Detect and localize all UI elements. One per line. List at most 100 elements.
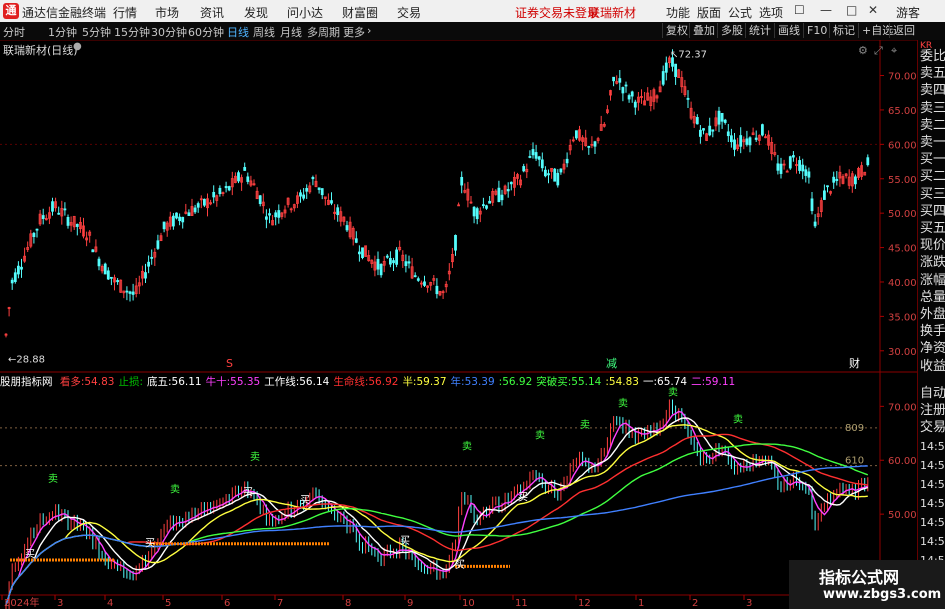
candle-body: [246, 176, 250, 182]
menu-quotes[interactable]: 行情: [113, 4, 137, 21]
side-item[interactable]: 净资: [920, 340, 945, 357]
menu-discover[interactable]: 发现: [244, 4, 268, 21]
period-weekly[interactable]: 周线: [253, 24, 275, 40]
side-item[interactable]: 涨幅: [920, 272, 945, 289]
candle-body: [699, 129, 702, 137]
candle-body: [243, 167, 247, 171]
side-item[interactable]: 买四: [920, 203, 945, 220]
chevron-right-icon[interactable]: ›: [367, 24, 371, 37]
candle-body: [556, 172, 560, 186]
overlay-button[interactable]: 叠加: [689, 23, 718, 38]
minimize-icon[interactable]: —: [820, 3, 832, 17]
period-60min[interactable]: 60分钟: [188, 24, 224, 40]
side-item[interactable]: 总量: [920, 289, 945, 306]
menu-market[interactable]: 市场: [155, 4, 179, 21]
period-1min[interactable]: 1分钟: [48, 24, 77, 40]
candle-body: [299, 192, 302, 197]
candle-body: [128, 291, 132, 294]
indicator-value: 一:65.74: [642, 376, 688, 388]
candle-body: [621, 87, 625, 94]
side-item[interactable]: 交易: [920, 419, 945, 436]
expand-icon[interactable]: ⤢: [874, 44, 883, 58]
settings-circle-icon[interactable]: ●: [73, 41, 82, 52]
settings-icon[interactable]: ⚙: [858, 44, 868, 57]
candle-body: [866, 157, 870, 166]
candle-body: [181, 216, 185, 223]
side-item[interactable]: 卖二: [920, 117, 945, 134]
draw-button[interactable]: 画线: [774, 23, 803, 38]
menu-news[interactable]: 资讯: [200, 4, 224, 21]
menu-ask[interactable]: 问小达: [287, 4, 323, 21]
stats-button[interactable]: 统计: [745, 23, 774, 38]
multi-stock-button[interactable]: 多股: [717, 23, 746, 38]
period-multi[interactable]: 多周期: [307, 24, 340, 40]
candle-body: [345, 225, 349, 231]
close-icon[interactable]: ✕: [868, 3, 878, 17]
maximize-icon[interactable]: □: [846, 3, 857, 17]
candle-body: [832, 176, 836, 183]
kline-chart[interactable]: 70.00 65.00 60.00 55.00 50.00 45.00 40.00 35.00…: [0, 40, 917, 609]
side-item[interactable]: 自动: [920, 385, 945, 402]
pin-icon[interactable]: ⌖: [891, 44, 897, 58]
candle-body: [475, 208, 479, 220]
menu-layout[interactable]: 版面: [697, 4, 721, 21]
indicator-value: 年:53.39: [450, 376, 495, 388]
buy-label: 买: [25, 548, 35, 560]
adjust-button[interactable]: 复权: [662, 23, 691, 38]
candle-body: [624, 84, 628, 87]
sell-label: 卖: [462, 440, 472, 452]
side-item[interactable]: 注册: [920, 402, 945, 419]
candle-body: [664, 62, 668, 73]
menu-formula[interactable]: 公式: [728, 4, 752, 21]
candle-body: [385, 255, 389, 258]
candle-body: [91, 249, 95, 253]
low-label: ←28.88: [8, 354, 45, 365]
level-b-label: 610: [845, 456, 864, 467]
period-tick[interactable]: 分时: [3, 24, 25, 40]
ind-tick-label: 50.00: [888, 510, 917, 521]
menu-trade[interactable]: 交易: [397, 4, 421, 21]
price-tick-label: 50.00: [888, 209, 917, 220]
user-label[interactable]: 游客: [896, 4, 920, 21]
period-daily[interactable]: 日线: [227, 24, 249, 40]
period-15min[interactable]: 15分钟: [114, 24, 150, 40]
side-item[interactable]: 卖一: [920, 134, 945, 151]
side-item[interactable]: 收益: [920, 358, 945, 375]
candle-body: [531, 149, 535, 156]
side-item[interactable]: 卖三: [920, 100, 945, 117]
back-button[interactable]: 返回: [889, 23, 918, 38]
price-tick-label: 40.00: [888, 278, 917, 289]
side-item[interactable]: 卖五: [920, 65, 945, 82]
candle-body: [407, 261, 411, 264]
side-item[interactable]: 换手: [920, 323, 945, 340]
menu-options[interactable]: 选项: [759, 4, 783, 21]
side-item[interactable]: 买三: [920, 186, 945, 203]
buy-label: 买: [243, 486, 253, 498]
side-item[interactable]: 买二: [920, 168, 945, 185]
side-item[interactable]: 涨跌: [920, 254, 945, 271]
indicator-value: 突破买:55.14: [536, 376, 602, 388]
side-item[interactable]: 买一: [920, 151, 945, 168]
candle-body: [388, 258, 392, 265]
side-item[interactable]: 外盘: [920, 306, 945, 323]
candle-body: [454, 235, 457, 251]
candle-body: [125, 290, 129, 293]
menu-wealth[interactable]: 财富圈: [342, 4, 378, 21]
stock-title: 联瑞新材(日线): [3, 44, 78, 57]
side-item[interactable]: 现价: [920, 237, 945, 254]
side-item[interactable]: 卖四: [920, 82, 945, 99]
date-tick-label: 2: [692, 598, 698, 609]
indicator-name[interactable]: 股朋指标网: [0, 376, 53, 388]
mark-button[interactable]: 标记: [829, 23, 858, 38]
menu-function[interactable]: 功能: [666, 4, 690, 21]
side-item[interactable]: 买五: [920, 220, 945, 237]
period-more[interactable]: 更多: [343, 24, 365, 40]
f10-button[interactable]: F10: [803, 23, 830, 38]
period-monthly[interactable]: 月线: [280, 24, 302, 40]
login-notice[interactable]: 证券交易未登录: [515, 4, 599, 21]
period-30min[interactable]: 30分钟: [151, 24, 187, 40]
skin-icon[interactable]: ☐: [794, 3, 805, 17]
side-item[interactable]: 委比: [920, 48, 945, 65]
date-tick-label: 3: [57, 598, 63, 609]
period-5min[interactable]: 5分钟: [82, 24, 111, 40]
